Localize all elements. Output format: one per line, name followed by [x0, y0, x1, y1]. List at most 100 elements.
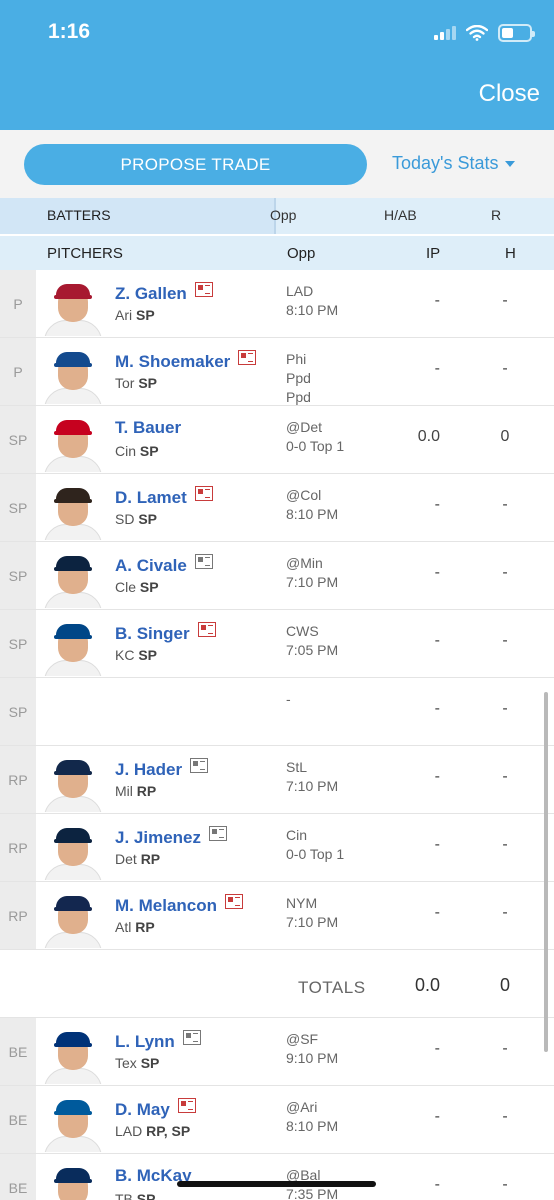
opponent-info: @Min 7:10 PM — [286, 555, 339, 590]
player-name-link[interactable]: B. Singer — [115, 622, 216, 644]
table-row[interactable]: RP M. Melancon Atl RP NYM 7:10 PM - - — [0, 882, 554, 950]
news-icon[interactable] — [194, 282, 213, 297]
totals-label: TOTALS — [298, 978, 366, 997]
position-slot[interactable]: SP — [0, 406, 36, 473]
stat-h: - — [502, 360, 508, 377]
news-icon[interactable] — [182, 1030, 201, 1045]
opponent-info: @Det 0-0 Top 1 — [286, 419, 345, 454]
totals-row: TOTALS 0.0 0 — [0, 950, 554, 1018]
player-name-link[interactable]: M. Shoemaker — [115, 350, 257, 372]
batters-header[interactable]: BATTERS Opp H/AB R — [0, 198, 554, 234]
player-avatar — [40, 1160, 106, 1200]
player-name-link[interactable]: Z. Gallen — [115, 282, 213, 304]
stats-dropdown-label: Today's Stats — [392, 153, 499, 173]
table-row[interactable]: BE L. Lynn Tex SP @SF 9:10 PM - - — [0, 1018, 554, 1086]
player-name-link[interactable]: A. Civale — [115, 554, 213, 576]
stat-ip: - — [434, 700, 440, 717]
close-button[interactable]: Close — [479, 80, 540, 108]
stat-h: - — [502, 1040, 508, 1057]
position-slot[interactable]: RP — [0, 746, 36, 813]
position-slot[interactable]: SP — [0, 542, 36, 609]
player-team: Tor SP — [115, 375, 158, 391]
stat-h: - — [502, 700, 508, 717]
position-slot[interactable]: SP — [0, 610, 36, 677]
player-team: Atl RP — [115, 919, 155, 935]
news-icon[interactable] — [190, 758, 209, 773]
news-icon[interactable] — [194, 486, 213, 501]
news-icon[interactable] — [209, 826, 227, 841]
player-avatar — [40, 820, 106, 880]
table-row[interactable]: SP T. Bauer Cin SP @Det 0-0 Top 1 0.0 0 — [0, 406, 554, 474]
action-bar: PROPOSE TRADE Today's Stats — [0, 130, 554, 198]
position-slot[interactable]: SP — [0, 678, 36, 745]
table-row[interactable]: SP - - - — [0, 678, 554, 746]
position-slot[interactable]: SP — [0, 474, 36, 541]
player-name-link[interactable]: J. Jimenez — [115, 826, 227, 848]
opponent-info: Phi Ppd Ppd — [286, 351, 311, 405]
batters-header-frozen-column — [0, 198, 276, 234]
home-indicator[interactable] — [177, 1181, 376, 1187]
stat-ip: - — [434, 496, 440, 513]
stat-ip: 0.0 — [417, 428, 440, 445]
position-slot[interactable]: BE — [0, 1018, 36, 1085]
table-row[interactable]: P Z. Gallen Ari SP LAD 8:10 PM - - — [0, 270, 554, 338]
news-icon[interactable] — [238, 350, 257, 365]
opponent-info: Cin 0-0 Top 1 — [286, 827, 345, 862]
position-slot[interactable]: RP — [0, 814, 36, 881]
news-icon[interactable] — [177, 1098, 196, 1113]
table-row[interactable]: RP J. Jimenez Det RP Cin 0-0 Top 1 - - — [0, 814, 554, 882]
propose-trade-button[interactable]: PROPOSE TRADE — [24, 144, 367, 185]
position-slot[interactable]: BE — [0, 1086, 36, 1153]
player-name-link[interactable]: L. Lynn — [115, 1030, 201, 1052]
position-slot[interactable]: P — [0, 338, 36, 405]
stat-ip: - — [434, 1108, 440, 1125]
stat-ip: - — [434, 1176, 440, 1193]
batters-col-hab: H/AB — [384, 207, 417, 223]
opponent-info: LAD 8:10 PM — [286, 283, 339, 318]
stat-ip: - — [434, 836, 440, 853]
stat-h: 0 — [500, 428, 510, 445]
news-icon[interactable] — [194, 554, 213, 569]
stat-ip: - — [434, 632, 440, 649]
player-name-link[interactable]: J. Hader — [115, 758, 209, 780]
pitchers-label: PITCHERS — [47, 245, 123, 262]
stat-ip: - — [434, 768, 440, 785]
table-row[interactable]: SP D. Lamet SD SP @Col 8:10 PM - - — [0, 474, 554, 542]
scrollbar[interactable] — [544, 692, 548, 1052]
news-icon[interactable] — [225, 894, 244, 909]
stat-h: - — [502, 1176, 508, 1193]
totals-h: 0 — [499, 975, 510, 995]
player-avatar — [40, 276, 106, 336]
roster-table: P Z. Gallen Ari SP LAD 8:10 PM - - P M. Shoemake… — [0, 270, 554, 1200]
table-row[interactable]: SP A. Civale Cle SP @Min 7:10 PM - - — [0, 542, 554, 610]
opponent-info: @Col 8:10 PM — [286, 487, 339, 522]
table-row[interactable]: P M. Shoemaker Tor SP Phi Ppd Ppd - - — [0, 338, 554, 406]
position-slot[interactable]: P — [0, 270, 36, 337]
player-name-link[interactable]: D. Lamet — [115, 486, 213, 508]
table-row[interactable]: RP J. Hader Mil RP StL 7:10 PM - - — [0, 746, 554, 814]
player-name-link[interactable]: T. Bauer — [115, 418, 181, 438]
opponent-info: @Ari 8:10 PM — [286, 1099, 339, 1134]
battery-icon — [498, 24, 535, 42]
player-team: Cle SP — [115, 579, 159, 595]
position-slot[interactable]: BE — [0, 1154, 36, 1200]
signal-icon — [434, 26, 456, 40]
news-icon[interactable] — [197, 622, 216, 637]
player-name-link[interactable]: D. May — [115, 1098, 196, 1120]
table-row[interactable]: BE D. May LAD RP, SP @Ari 8:10 PM - - — [0, 1086, 554, 1154]
pitchers-col-h: H — [505, 245, 516, 262]
stat-ip: - — [434, 1040, 440, 1057]
player-avatar — [40, 616, 106, 676]
totals-ip: 0.0 — [414, 975, 440, 995]
player-avatar — [40, 344, 106, 404]
pitchers-header: PITCHERS Opp IP H — [0, 236, 554, 270]
stats-dropdown[interactable]: Today's Stats — [392, 153, 515, 174]
table-row[interactable]: BE B. McKay TB SP @Bal 7:35 PM - - — [0, 1154, 554, 1200]
table-row[interactable]: SP B. Singer KC SP CWS 7:05 PM - - — [0, 610, 554, 678]
opponent-info: - — [286, 691, 291, 707]
player-avatar — [40, 412, 106, 472]
position-slot[interactable]: RP — [0, 882, 36, 949]
player-avatar — [40, 888, 106, 948]
chevron-down-icon — [504, 161, 515, 168]
player-name-link[interactable]: M. Melancon — [115, 894, 244, 916]
